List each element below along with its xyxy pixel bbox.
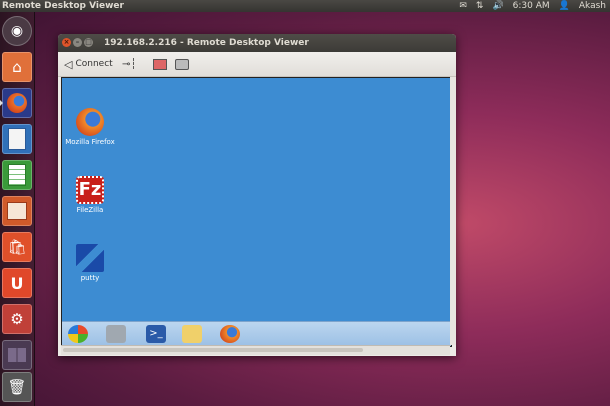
window-titlebar[interactable]: × – □ 192.168.2.216 - Remote Desktop Vie…: [58, 34, 456, 52]
firefox-icon[interactable]: [220, 325, 240, 343]
launcher-item-dash-home[interactable]: ◉: [2, 16, 32, 46]
active-app-title: Remote Desktop Viewer: [2, 1, 124, 11]
shopping-bag-icon: 🛍: [7, 238, 27, 256]
trash-icon: 🗑: [7, 378, 27, 396]
window-title: 192.168.2.216 - Remote Desktop Viewer: [104, 38, 309, 48]
launcher-item-firefox[interactable]: [0, 88, 32, 118]
scrollbar-thumb[interactable]: [63, 348, 363, 352]
desktop-icon-label: Mozilla Firefox: [65, 138, 115, 146]
start-orb-icon[interactable]: [68, 325, 88, 343]
running-indicator: [0, 100, 3, 106]
powershell-icon[interactable]: >_: [146, 325, 166, 343]
network-icon[interactable]: ⇅: [476, 0, 484, 12]
desktop-icon-filezilla[interactable]: Fz FileZilla: [62, 176, 120, 214]
launcher-item-calc[interactable]: [2, 160, 32, 190]
desktop-icon-label: putty: [80, 274, 100, 282]
close-icon[interactable]: ×: [62, 38, 71, 47]
explorer-folder-icon[interactable]: [182, 325, 202, 343]
viewer-toolbar: ◁ Connect ⊸┆: [58, 52, 456, 77]
disconnect-icon: ⊸┆: [122, 58, 137, 70]
launcher-item-files[interactable]: ⌂: [2, 52, 32, 82]
window-controls: × – □: [62, 38, 93, 47]
launcher: ◉ ⌂ 🛍 U ⚙ 🗑: [0, 12, 35, 406]
indicator-area: ✉ ⇅ 🔊 6:30 AM 👤 Akash: [459, 0, 606, 12]
firefox-icon: [76, 108, 104, 136]
vertical-scrollbar[interactable]: [450, 77, 456, 345]
user-icon[interactable]: 👤: [559, 0, 570, 12]
connect-icon: ◁: [64, 57, 73, 71]
launcher-item-software-center[interactable]: 🛍: [2, 232, 32, 262]
connect-label: Connect: [75, 59, 113, 69]
top-panel: Remote Desktop Viewer ✉ ⇅ 🔊 6:30 AM 👤 Ak…: [0, 0, 610, 12]
launcher-item-system-settings[interactable]: ⚙: [2, 304, 32, 334]
maximize-icon[interactable]: □: [84, 38, 93, 47]
desktop-icon-firefox[interactable]: Mozilla Firefox: [62, 108, 120, 146]
launcher-item-trash[interactable]: 🗑: [2, 372, 32, 402]
desktop-icon-putty[interactable]: putty: [62, 244, 120, 282]
fullscreen-button[interactable]: [153, 56, 167, 72]
volume-icon[interactable]: 🔊: [492, 0, 503, 12]
writer-icon: [8, 128, 26, 150]
impress-icon: [7, 202, 27, 220]
home-folder-icon: ⌂: [12, 58, 22, 76]
launcher-item-workspaces[interactable]: [2, 340, 32, 370]
launcher-item-ubuntu-one[interactable]: U: [2, 268, 32, 298]
disconnect-button[interactable]: ⊸┆: [122, 56, 136, 72]
connect-button[interactable]: ◁ Connect: [64, 56, 113, 72]
horizontal-scrollbar[interactable]: [61, 345, 450, 355]
computer-icon[interactable]: [106, 325, 126, 343]
ubuntu-one-icon: U: [10, 273, 24, 293]
clock[interactable]: 6:30 AM: [513, 0, 550, 12]
remote-taskbar: >_: [62, 321, 451, 346]
launcher-item-writer[interactable]: [2, 124, 32, 154]
minimize-icon[interactable]: –: [73, 38, 82, 47]
workspace-switcher-icon: [8, 348, 26, 362]
calc-icon: [8, 164, 26, 186]
remote-screen[interactable]: Mozilla Firefox Fz FileZilla putty >_: [61, 77, 452, 347]
launcher-item-impress[interactable]: [2, 196, 32, 226]
camera-icon: [175, 58, 189, 70]
settings-icon: ⚙: [10, 310, 24, 328]
user-name[interactable]: Akash: [579, 0, 606, 12]
fullscreen-icon: [153, 58, 167, 70]
desktop-icon-label: FileZilla: [76, 206, 104, 214]
mail-icon[interactable]: ✉: [459, 0, 467, 12]
ubuntu-logo-icon: ◉: [10, 23, 24, 39]
putty-icon: [76, 244, 104, 272]
firefox-icon: [7, 93, 27, 113]
filezilla-icon: Fz: [76, 176, 104, 204]
screenshot-button[interactable]: [175, 56, 189, 72]
remote-desktop-viewer-window: × – □ 192.168.2.216 - Remote Desktop Vie…: [58, 34, 456, 356]
